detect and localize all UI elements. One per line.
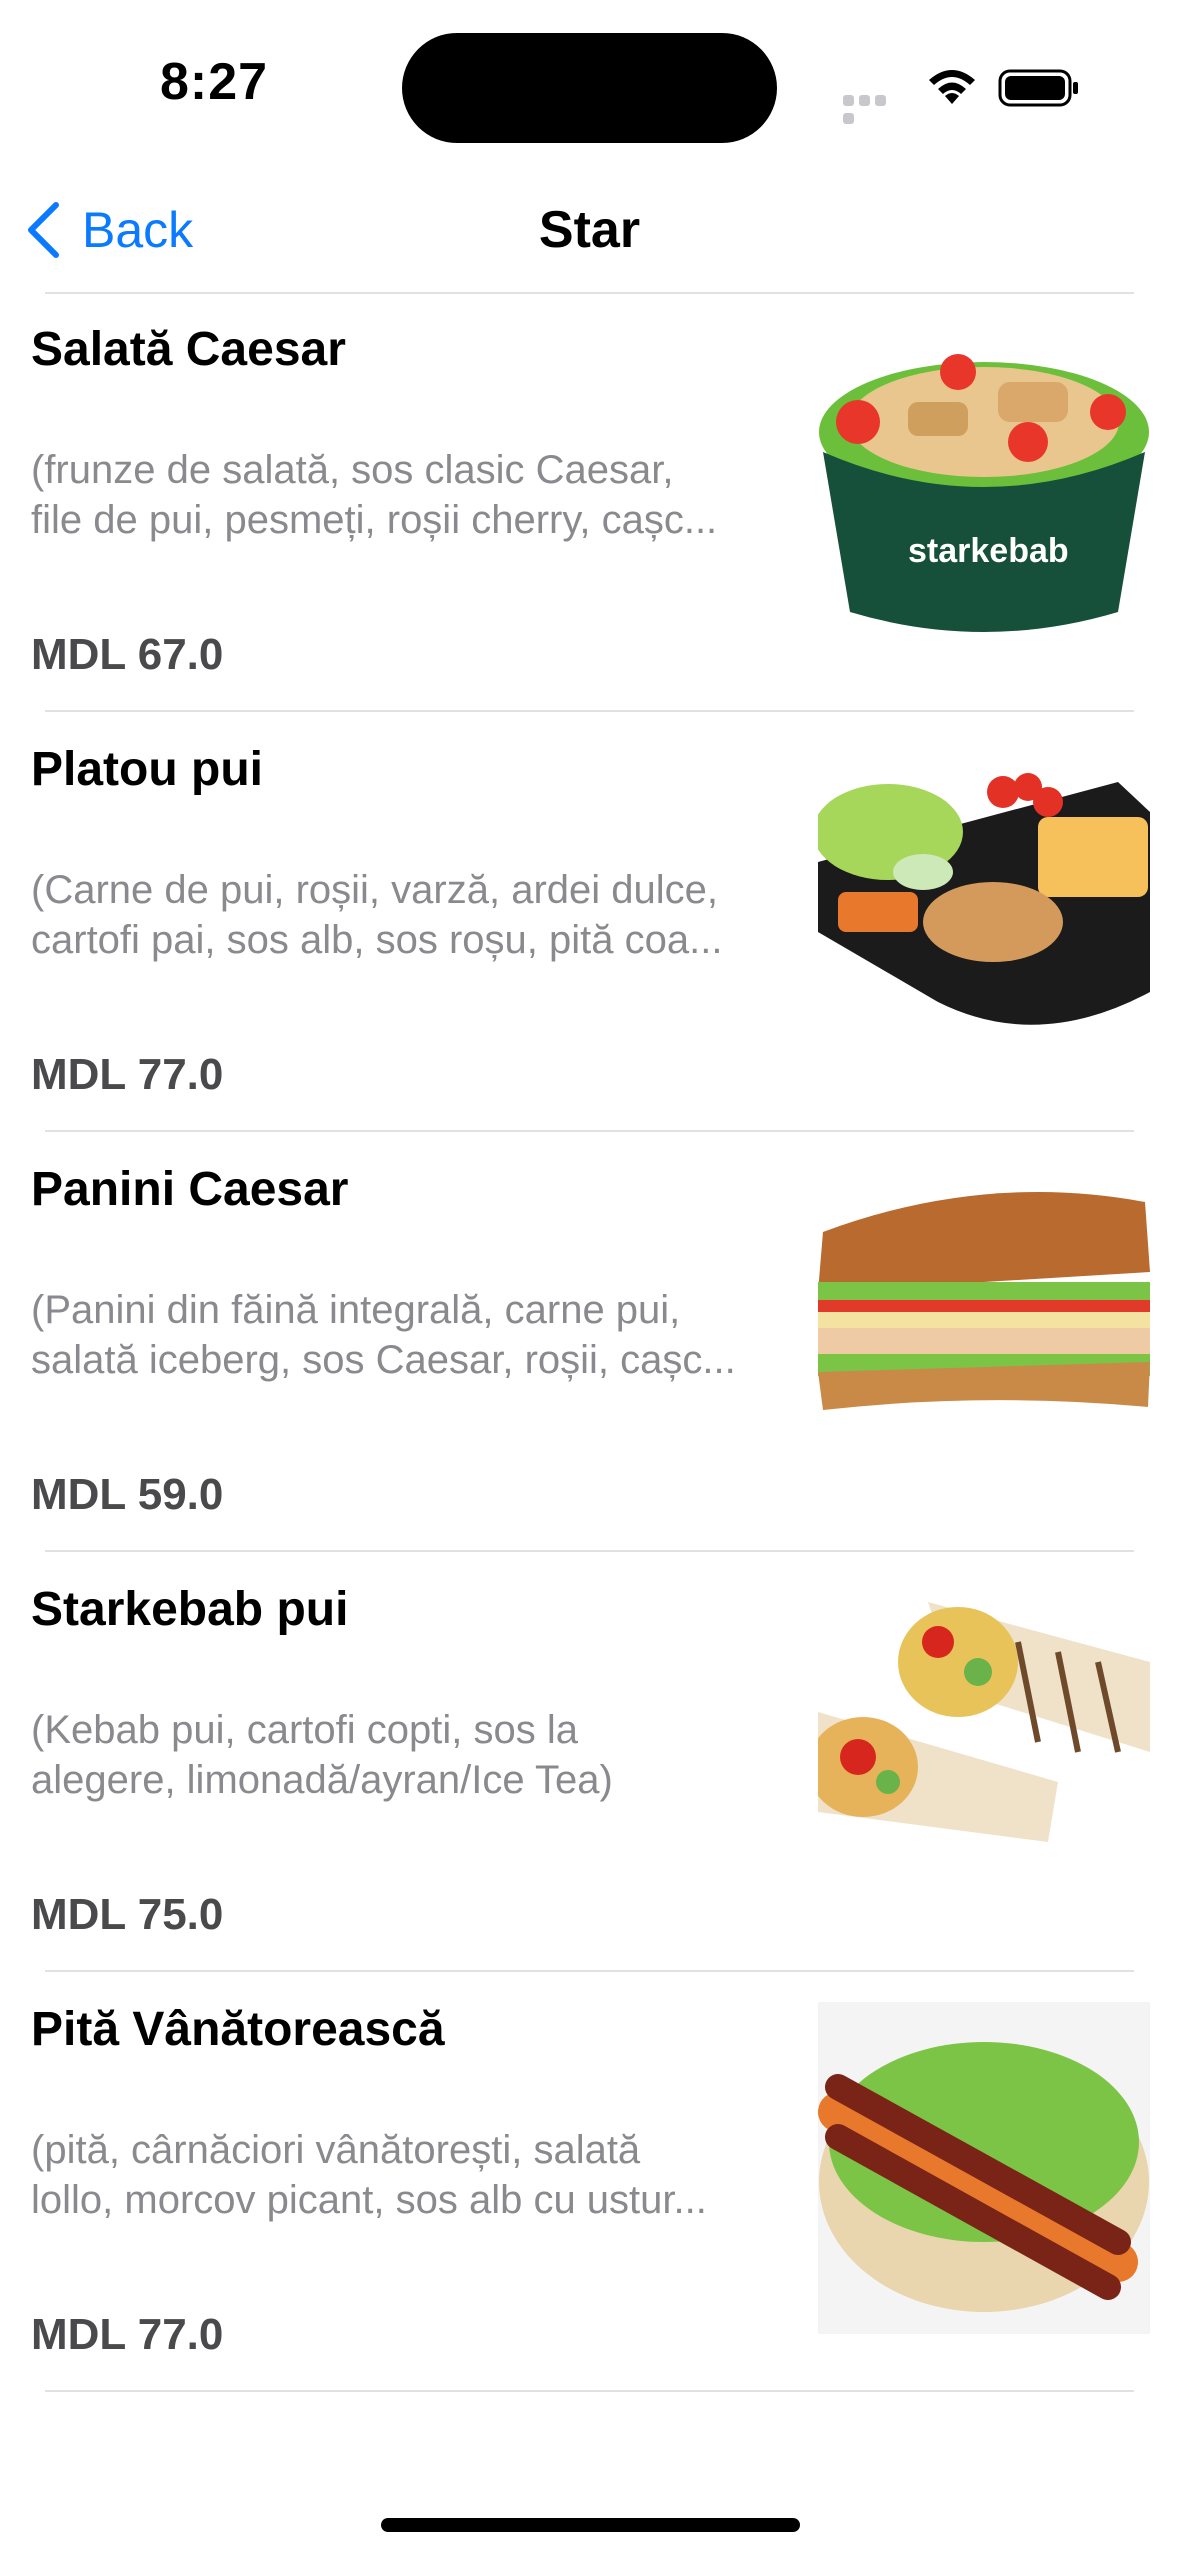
list-item[interactable]: Pită Vânătorească (pită, cârnăciori vână… xyxy=(0,1972,1179,2392)
list-item[interactable]: Starkebab pui (Kebab pui, cartofi copti,… xyxy=(0,1552,1179,1972)
list-item[interactable]: Panini Caesar (Panini din făină integral… xyxy=(0,1132,1179,1552)
item-price: MDL 77.0 xyxy=(31,2310,224,2359)
caesar-salad-image: starkebab xyxy=(819,354,1149,632)
home-indicator[interactable] xyxy=(381,2518,800,2532)
status-time: 8:27 xyxy=(160,53,269,111)
chicken-platter-image xyxy=(818,773,1150,1025)
wifi-icon xyxy=(929,70,975,104)
item-description-line: (Carne de pui, roșii, varză, ardei dulce… xyxy=(31,868,718,912)
chicken-wrap-image xyxy=(818,1602,1150,1842)
item-description-line: cartofi pai, sos alb, sos roșu, pită coa… xyxy=(31,918,723,962)
page-title: Star xyxy=(538,201,641,259)
sausage-pita-image xyxy=(818,2002,1150,2334)
item-name: Starkebab pui xyxy=(31,1583,349,1636)
item-description: (pită, cârnăciori vânătorești, salată lo… xyxy=(31,2125,791,2225)
dynamic-island xyxy=(402,33,777,143)
item-description: (Carne de pui, roșii, varză, ardei dulce… xyxy=(31,865,791,965)
status-bar: 8:27 xyxy=(0,0,1179,170)
battery-icon xyxy=(998,69,1078,107)
item-price: MDL 75.0 xyxy=(31,1890,224,1939)
item-description-line: salată iceberg, sos Caesar, roșii, cașc.… xyxy=(31,1338,736,1382)
item-description: (frunze de salată, sos clasic Caesar, fi… xyxy=(31,445,791,545)
item-price: MDL 77.0 xyxy=(31,1050,224,1099)
divider xyxy=(45,2390,1134,2392)
item-name: Panini Caesar xyxy=(31,1163,349,1216)
panini-sandwich-image xyxy=(818,1192,1150,1410)
item-name: Platou pui xyxy=(31,743,263,796)
list-item[interactable]: Salată Caesar (frunze de salată, sos cla… xyxy=(0,292,1179,712)
item-description-line: (Kebab pui, cartofi copti, sos la xyxy=(31,1708,578,1752)
item-price: MDL 67.0 xyxy=(31,630,224,679)
cellular-signal-icon xyxy=(843,93,905,124)
item-name: Salată Caesar xyxy=(31,323,346,376)
item-description-line: lollo, morcov picant, sos alb cu ustur..… xyxy=(31,2178,707,2222)
item-description: (Panini din făină integrală, carne pui, … xyxy=(31,1285,791,1385)
item-price: MDL 59.0 xyxy=(31,1470,224,1519)
item-description-line: alegere, limonadă/ayran/Ice Tea) xyxy=(31,1758,613,1802)
svg-text:starkebab: starkebab xyxy=(908,532,1069,570)
item-description-line: (pită, cârnăciori vânătorești, salată xyxy=(31,2128,641,2172)
list-item[interactable]: Platou pui (Carne de pui, roșii, varză, … xyxy=(0,712,1179,1132)
item-description-line: (frunze de salată, sos clasic Caesar, xyxy=(31,448,674,492)
item-description-line: file de pui, pesmeți, roșii cherry, cașc… xyxy=(31,498,718,542)
item-name: Pită Vânătorească xyxy=(31,2003,445,2056)
item-description-line: (Panini din făină integrală, carne pui, xyxy=(31,1288,681,1332)
item-description: (Kebab pui, cartofi copti, sos la aleger… xyxy=(31,1705,791,1805)
navigation-bar: Back Star xyxy=(0,170,1179,290)
menu-list: Salată Caesar (frunze de salată, sos cla… xyxy=(0,292,1179,2392)
